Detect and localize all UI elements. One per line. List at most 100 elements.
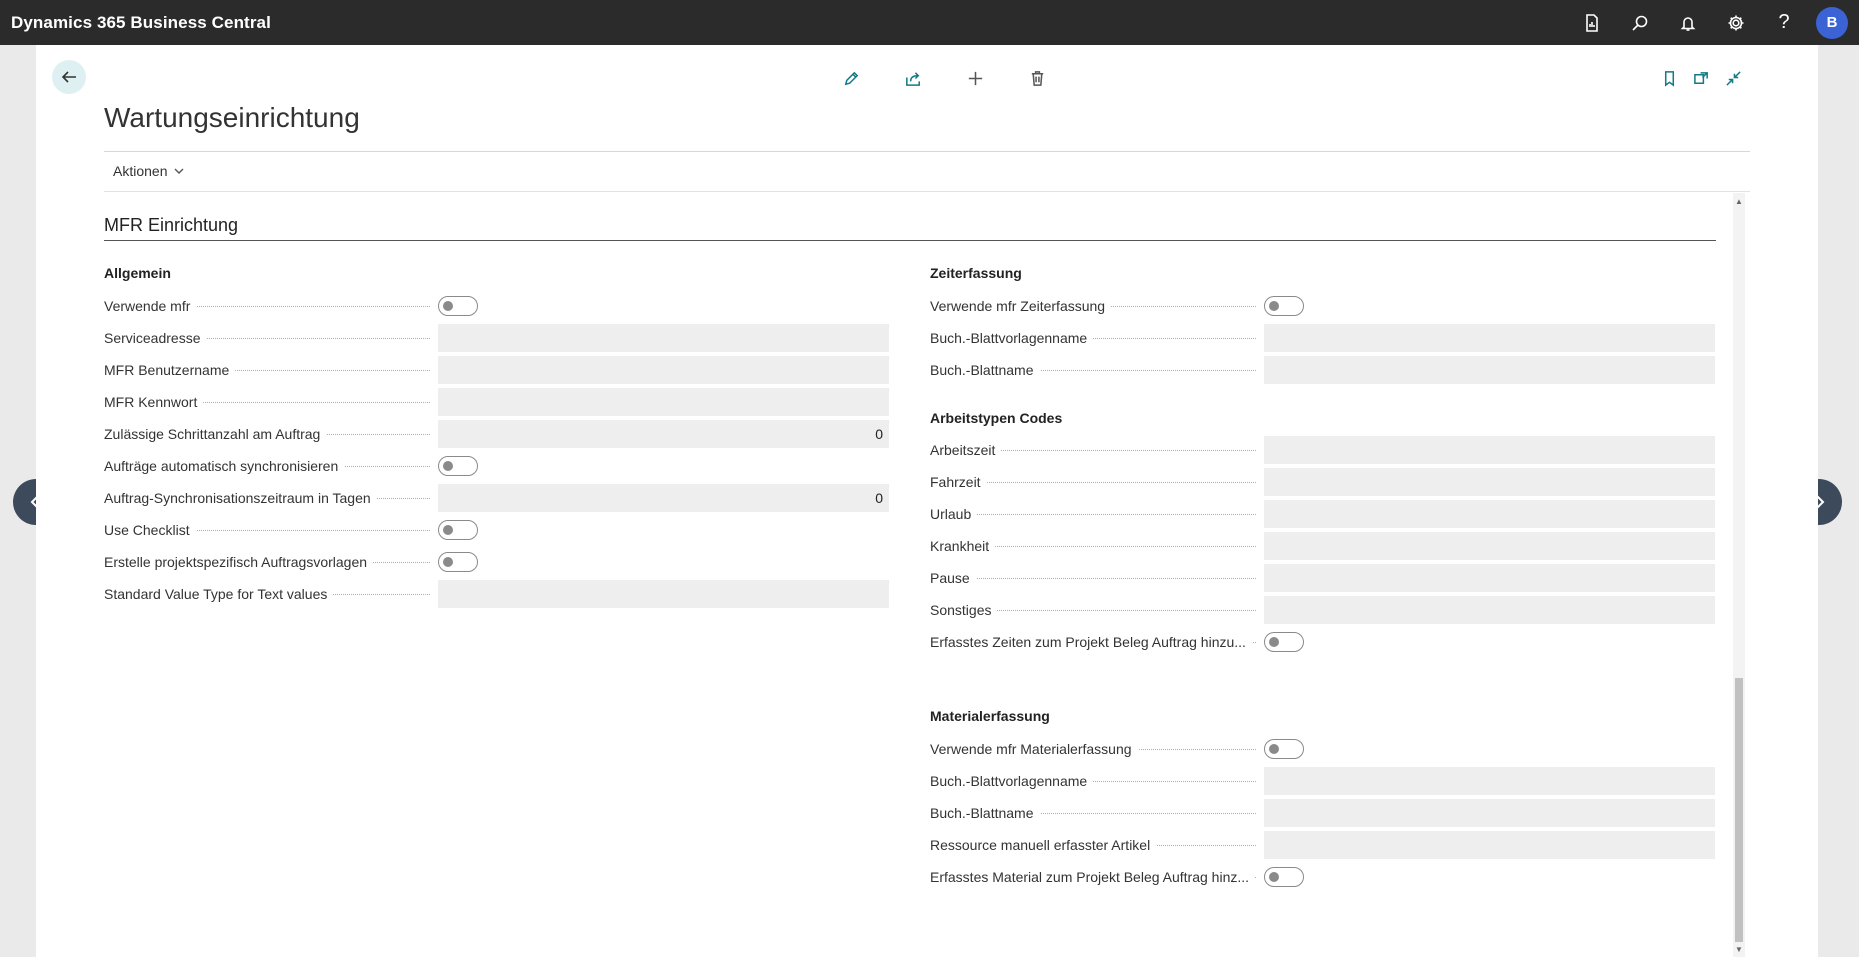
share-icon	[905, 71, 920, 86]
field-label: Verwende mfr Materialerfassung	[930, 735, 1264, 763]
field-label: Zulässige Schrittanzahl am Auftrag	[104, 420, 438, 448]
field-label: Buch.-Blattvorlagenname	[930, 324, 1264, 352]
scroll-up-icon[interactable]: ▲	[1733, 195, 1745, 207]
field-label: Erstelle projektspezifisch Auftragsvorla…	[104, 548, 438, 576]
actions-label: Aktionen	[113, 163, 168, 179]
verwende-mfr-zeiterfassung-toggle[interactable]	[1264, 296, 1304, 316]
zulaessige-schrittanzahl-am-auftrag-input[interactable]: 0	[438, 420, 889, 448]
field-label: Sonstiges	[930, 596, 1264, 624]
use-checklist-toggle[interactable]	[438, 520, 478, 540]
group-heading-materialerfassung[interactable]: Materialerfassung	[930, 708, 1050, 724]
field-row-zulaessige-schrittanzahl-am-auftrag: Zulässige Schrittanzahl am Auftrag 0	[104, 420, 889, 448]
auftraege-automatisch-synchronisieren-toggle[interactable]	[438, 456, 478, 476]
field-label: Erfasstes Material zum Projekt Beleg Auf…	[930, 863, 1264, 891]
field-label: Buch.-Blattname	[930, 356, 1264, 384]
collapse-button[interactable]	[1717, 63, 1749, 93]
field-row-ressource-manuell-erfasster-artikel: Ressource manuell erfasster Artikel	[930, 831, 1715, 859]
title-divider	[104, 151, 1750, 152]
field-row-buch-blattvorlagenname: Buch.-Blattvorlagenname	[930, 767, 1715, 795]
mfr-kennwort-input[interactable]	[438, 388, 889, 416]
arrow-left-icon	[61, 71, 76, 83]
search-icon[interactable]	[1616, 0, 1664, 45]
page-right-tools	[1653, 63, 1749, 93]
chevron-down-icon	[174, 168, 184, 174]
field-label: Pause	[930, 564, 1264, 592]
erstelle-projektspezifisch-auftragsvorlagen-toggle[interactable]	[438, 552, 478, 572]
field-label: Use Checklist	[104, 516, 438, 544]
field-row-buch-blattvorlagenname: Buch.-Blattvorlagenname	[930, 324, 1715, 352]
help-icon[interactable]: ?	[1760, 0, 1808, 45]
sonstiges-input[interactable]	[1264, 596, 1715, 624]
field-row-buch-blattname: Buch.-Blattname	[930, 799, 1715, 827]
standard-value-type-for-text-values-input[interactable]	[438, 580, 889, 608]
page-card: Wartungseinrichtung Aktionen MFR Einrich…	[36, 45, 1818, 957]
buch-blattname-input[interactable]	[1264, 799, 1715, 827]
field-row-verwende-mfr-zeiterfassung: Verwende mfr Zeiterfassung	[930, 292, 1304, 320]
verwende-mfr-toggle[interactable]	[438, 296, 478, 316]
share-button[interactable]	[882, 63, 944, 93]
new-button[interactable]	[944, 63, 1006, 93]
krankheit-input[interactable]	[1264, 532, 1715, 560]
pause-input[interactable]	[1264, 564, 1715, 592]
open-in-new-window-icon	[1693, 71, 1708, 84]
verwende-mfr-materialerfassung-toggle[interactable]	[1264, 739, 1304, 759]
section-divider	[104, 240, 1716, 241]
serviceadresse-input[interactable]	[438, 324, 889, 352]
field-row-sonstiges: Sonstiges	[930, 596, 1715, 624]
group-heading-allgemein[interactable]: Allgemein	[104, 265, 171, 281]
erfasstes-zeiten-zum-projekt-beleg-auftrag-hinzu-toggle[interactable]	[1264, 632, 1304, 652]
field-row-serviceadresse: Serviceadresse	[104, 324, 889, 352]
erfasstes-material-zum-projekt-beleg-auftrag-hinz-toggle[interactable]	[1264, 867, 1304, 887]
buch-blattvorlagenname-input[interactable]	[1264, 324, 1715, 352]
edit-button[interactable]	[820, 63, 882, 93]
page-title: Wartungseinrichtung	[104, 102, 360, 133]
buch-blattname-input[interactable]	[1264, 356, 1715, 384]
field-row-verwende-mfr: Verwende mfr	[104, 292, 478, 320]
section-title[interactable]: MFR Einrichtung	[104, 215, 238, 236]
field-row-urlaub: Urlaub	[930, 500, 1715, 528]
mfr-benutzername-input[interactable]	[438, 356, 889, 384]
field-row-fahrzeit: Fahrzeit	[930, 468, 1715, 496]
field-label: MFR Benutzername	[104, 356, 438, 384]
ressource-manuell-erfasster-artikel-input[interactable]	[1264, 831, 1715, 859]
field-label: Auftrag-Synchronisationszeitraum in Tage…	[104, 484, 438, 512]
field-label: MFR Kennwort	[104, 388, 438, 416]
arbeitszeit-input[interactable]	[1264, 436, 1715, 464]
auftrag-synchronisationszeitraum-in-tagen-input[interactable]: 0	[438, 484, 889, 512]
group-heading-zeiterfassung[interactable]: Zeiterfassung	[930, 265, 1022, 281]
actions-menu[interactable]: Aktionen	[113, 163, 185, 179]
back-button[interactable]	[52, 60, 86, 94]
collapse-icon	[1725, 70, 1741, 86]
field-label: Ressource manuell erfasster Artikel	[930, 831, 1264, 859]
help-glyph: ?	[1778, 11, 1790, 33]
field-label: Aufträge automatisch synchronisieren	[104, 452, 438, 480]
gear-icon[interactable]	[1712, 0, 1760, 45]
delete-button[interactable]	[1006, 63, 1068, 93]
field-label: Verwende mfr Zeiterfassung	[930, 292, 1264, 320]
open-new-window-button[interactable]	[1685, 63, 1717, 93]
field-row-auftraege-automatisch-synchronisieren: Aufträge automatisch synchronisieren	[104, 452, 478, 480]
trash-icon	[1031, 70, 1043, 86]
field-row-mfr-kennwort: MFR Kennwort	[104, 388, 889, 416]
fahrzeit-input[interactable]	[1264, 468, 1715, 496]
scrollbar-thumb[interactable]	[1735, 678, 1743, 942]
field-row-use-checklist: Use Checklist	[104, 516, 478, 544]
page-toolbar	[820, 63, 1068, 93]
reports-icon[interactable]	[1568, 0, 1616, 45]
pencil-icon	[844, 71, 858, 85]
buch-blattvorlagenname-input[interactable]	[1264, 767, 1715, 795]
field-row-erfasstes-zeiten-zum-projekt-beleg-auftrag-hinzu: Erfasstes Zeiten zum Projekt Beleg Auftr…	[930, 628, 1304, 656]
field-row-krankheit: Krankheit	[930, 532, 1715, 560]
app-title[interactable]: Dynamics 365 Business Central	[0, 13, 271, 33]
bell-icon[interactable]	[1664, 0, 1712, 45]
field-row-pause: Pause	[930, 564, 1715, 592]
bookmark-icon	[1664, 70, 1674, 87]
urlaub-input[interactable]	[1264, 500, 1715, 528]
group-heading-arbeitstypen-codes[interactable]: Arbeitstypen Codes	[930, 410, 1062, 426]
avatar[interactable]: B	[1816, 6, 1848, 39]
scroll-down-icon[interactable]: ▼	[1733, 943, 1745, 955]
bookmark-button[interactable]	[1653, 63, 1685, 93]
field-label: Urlaub	[930, 500, 1264, 528]
top-bar-icons: ? B	[1568, 0, 1859, 45]
field-label: Erfasstes Zeiten zum Projekt Beleg Auftr…	[930, 628, 1264, 656]
